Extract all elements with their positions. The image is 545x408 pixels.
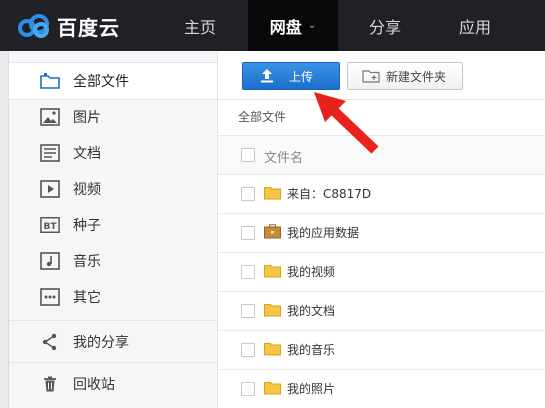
nav-apps[interactable]: 应用 [440, 0, 510, 51]
sidebar-item-videos[interactable]: 视频 [9, 171, 217, 207]
row-checkbox[interactable] [241, 343, 255, 357]
file-name[interactable]: 我的视频 [287, 263, 335, 280]
sidebar-divider [9, 362, 217, 363]
trash-icon [40, 374, 60, 394]
nav-apps-label: 应用 [458, 17, 491, 37]
nav-share[interactable]: 分享 [350, 0, 420, 51]
sidebar-item-label: 我的分享 [73, 335, 129, 351]
logo-text: 百度云 [57, 15, 120, 40]
upload-icon [259, 68, 275, 86]
file-name[interactable]: 来自：C8817D [287, 185, 371, 202]
file-row[interactable]: 我的应用数据 [218, 213, 545, 253]
row-checkbox[interactable] [241, 382, 255, 396]
folder-icon [264, 302, 281, 317]
sidebar-item-label: 音乐 [73, 254, 101, 270]
row-checkbox[interactable] [241, 226, 255, 240]
sidebar-item-music[interactable]: 音乐 [9, 243, 217, 279]
folder-icon [40, 71, 60, 91]
share-icon [40, 332, 60, 352]
sidebar-divider [9, 320, 217, 321]
more-icon [40, 287, 60, 307]
sidebar-item-images[interactable]: 图片 [9, 99, 217, 135]
file-name[interactable]: 我的应用数据 [287, 224, 359, 241]
row-checkbox[interactable] [241, 304, 255, 318]
file-name[interactable]: 我的照片 [287, 380, 335, 397]
sidebar-item-label: 全部文件 [73, 74, 129, 90]
nav-netdisk-label: 网盘 [269, 17, 302, 37]
image-icon [40, 107, 60, 127]
cloud-logo-icon [17, 14, 51, 38]
sidebar-item-my-shares[interactable]: 我的分享 [9, 324, 217, 360]
app-folder-icon [264, 224, 281, 239]
logo[interactable]: 百度云 [17, 12, 120, 40]
folder-icon [264, 380, 281, 395]
sidebar-item-label: 种子 [73, 218, 101, 234]
breadcrumb[interactable]: 全部文件 [238, 108, 286, 125]
nav-netdisk[interactable]: 网盘 ⌄ [248, 0, 338, 51]
document-icon [40, 143, 60, 163]
music-icon [40, 251, 60, 271]
svg-text:BT: BT [43, 222, 57, 232]
video-icon [40, 179, 60, 199]
file-name[interactable]: 我的音乐 [287, 341, 335, 358]
sidebar-item-documents[interactable]: 文档 [9, 135, 217, 171]
sidebar-item-label: 其它 [73, 290, 101, 306]
folder-icon [264, 263, 281, 278]
sidebar-item-all-files[interactable]: 全部文件 [9, 62, 217, 100]
sidebar-item-torrents[interactable]: BT 种子 [9, 207, 217, 243]
nav-home[interactable]: 主页 [165, 0, 235, 51]
new-folder-label: 新建文件夹 [386, 69, 447, 84]
folder-icon [264, 185, 281, 200]
upload-label: 上传 [289, 69, 314, 84]
file-name[interactable]: 我的文档 [287, 302, 335, 319]
file-row[interactable]: 我的照片 [218, 369, 545, 408]
row-checkbox[interactable] [241, 187, 255, 201]
sidebar-item-label: 图片 [73, 110, 101, 126]
sidebar-item-other[interactable]: 其它 [9, 279, 217, 315]
folder-icon [264, 341, 281, 356]
sidebar-edge [0, 51, 9, 408]
bt-icon: BT [40, 215, 60, 235]
sidebar-item-recycle-bin[interactable]: 回收站 [9, 366, 217, 402]
sidebar-item-label: 文档 [73, 146, 101, 162]
file-row[interactable]: 来自：C8817D [218, 174, 545, 214]
column-header-filename[interactable]: 文件名 [264, 147, 303, 166]
nav-share-label: 分享 [368, 17, 401, 37]
file-row[interactable]: 我的文档 [218, 291, 545, 331]
red-arrow-annotation [314, 92, 379, 154]
file-row[interactable]: 我的视频 [218, 252, 545, 292]
chevron-down-icon: ⌄ [307, 20, 317, 31]
select-all-checkbox[interactable] [241, 148, 255, 162]
top-bar: 百度云 主页 网盘 ⌄ 分享 应用 [0, 0, 545, 51]
nav-home-label: 主页 [183, 17, 216, 37]
sidebar-item-label: 回收站 [73, 377, 115, 393]
row-checkbox[interactable] [241, 265, 255, 279]
sidebar-item-label: 视频 [73, 182, 101, 198]
file-row[interactable]: 我的音乐 [218, 330, 545, 370]
